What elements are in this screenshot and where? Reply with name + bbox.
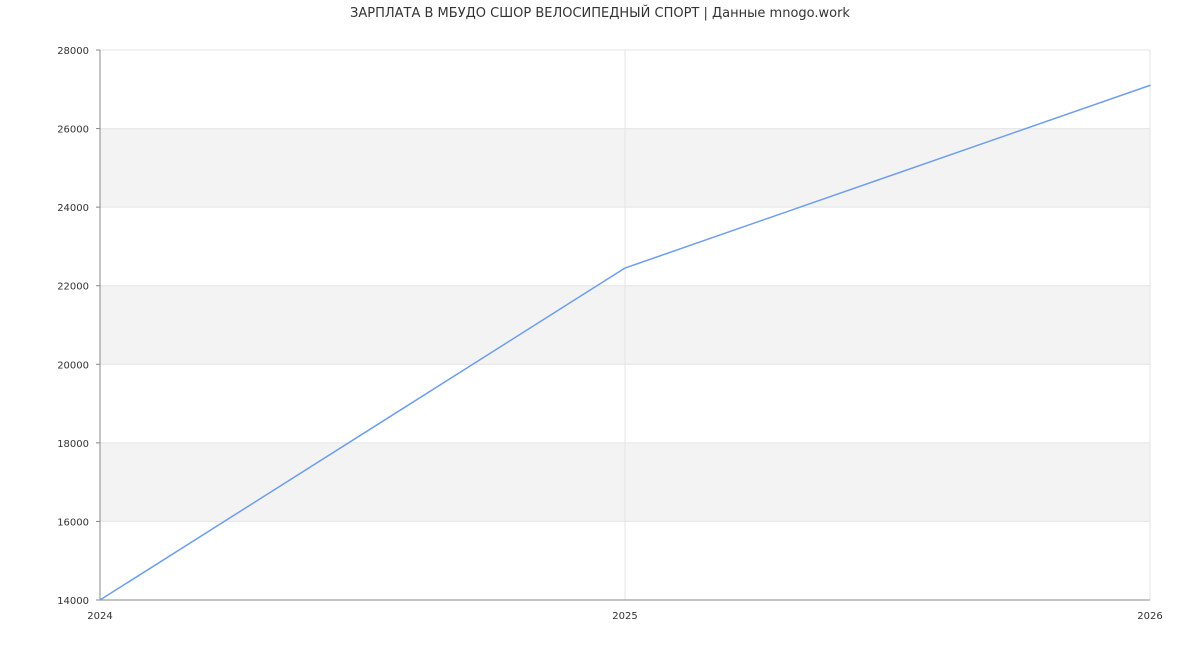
y-tick-label: 24000 — [57, 203, 89, 214]
y-tick-label: 28000 — [57, 46, 89, 57]
chart-container: ЗАРПЛАТА В МБУДО СШОР ВЕЛОСИПЕДНЫЙ СПОРТ… — [0, 0, 1200, 650]
x-tick-label: 2024 — [87, 611, 112, 622]
y-tick-label: 20000 — [57, 360, 89, 371]
x-tick-label: 2026 — [1137, 611, 1162, 622]
y-tick-label: 18000 — [57, 439, 89, 450]
y-tick-label: 26000 — [57, 125, 89, 136]
y-tick-label: 16000 — [57, 517, 89, 528]
y-tick-label: 22000 — [57, 282, 89, 293]
x-tick-label: 2025 — [612, 611, 637, 622]
y-tick-label: 14000 — [57, 596, 89, 607]
line-chart: 14000 16000 18000 20000 22000 24000 26000 28000… — [57, 46, 1163, 622]
